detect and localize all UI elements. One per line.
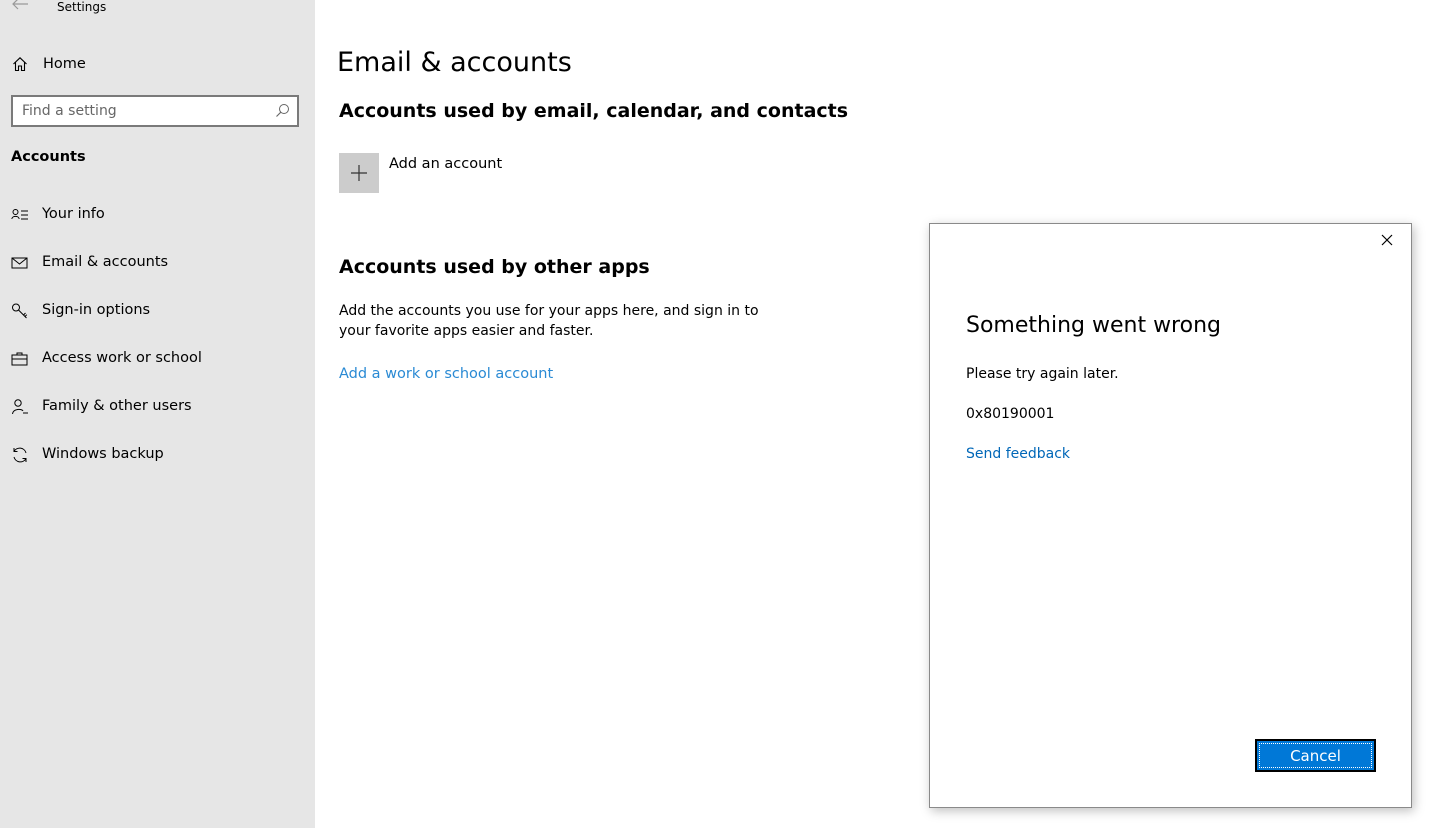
error-code: 0x80190001	[966, 406, 1055, 422]
section-heading-email-accounts: Accounts used by email, calendar, and co…	[339, 100, 849, 122]
add-account-label[interactable]: Add an account	[389, 155, 502, 173]
person-add-icon	[12, 399, 28, 415]
section-heading-other-apps: Accounts used by other apps	[339, 256, 650, 278]
search-input[interactable]	[22, 102, 262, 120]
plus-icon	[351, 165, 367, 181]
sidebar-item-windows-backup[interactable]: Windows backup	[0, 437, 315, 473]
sidebar-item-label: Email & accounts	[42, 254, 169, 270]
dialog-title: Something went wrong	[966, 313, 1221, 338]
sidebar-item-email-accounts[interactable]: Email & accounts	[0, 245, 315, 281]
key-icon	[12, 303, 28, 319]
section-description: Add the accounts you use for your apps h…	[339, 303, 759, 339]
mail-icon	[11, 257, 28, 269]
add-work-school-account-link[interactable]: Add a work or school account	[339, 365, 553, 383]
sidebar-section-heading: Accounts	[11, 149, 86, 165]
briefcase-icon	[11, 352, 28, 366]
send-feedback-link[interactable]: Send feedback	[966, 445, 1070, 463]
sidebar-item-label: Access work or school	[42, 350, 202, 366]
home-icon	[13, 57, 27, 72]
dialog-message: Please try again later.	[966, 366, 1119, 382]
sidebar-item-access-work-school[interactable]: Access work or school	[0, 341, 315, 377]
cancel-button[interactable]: Cancel	[1255, 739, 1376, 772]
home-nav-item[interactable]: Home	[0, 50, 315, 78]
title-bar: Settings	[0, 0, 315, 18]
sidebar-item-family-other-users[interactable]: Family & other users	[0, 389, 315, 425]
sidebar: Settings Home Accounts Your info Email &…	[0, 0, 315, 828]
error-dialog: Something went wrong Please try again la…	[929, 223, 1412, 808]
sync-icon	[13, 447, 27, 463]
close-icon[interactable]	[1379, 232, 1395, 248]
sidebar-item-label: Sign-in options	[42, 302, 151, 318]
add-account-button[interactable]	[339, 153, 379, 193]
search-icon[interactable]	[275, 103, 290, 118]
sidebar-item-sign-in-options[interactable]: Sign-in options	[0, 293, 315, 329]
back-arrow-icon[interactable]	[11, 0, 29, 11]
sidebar-item-your-info[interactable]: Your info	[0, 197, 315, 233]
sidebar-item-label: Family & other users	[42, 398, 192, 414]
person-card-icon	[11, 209, 28, 220]
app-title: Settings	[57, 0, 107, 14]
search-box[interactable]	[11, 95, 299, 127]
home-label: Home	[43, 56, 86, 72]
sidebar-item-label: Your info	[42, 206, 105, 222]
page-title: Email & accounts	[337, 47, 572, 78]
sidebar-item-label: Windows backup	[42, 446, 164, 462]
